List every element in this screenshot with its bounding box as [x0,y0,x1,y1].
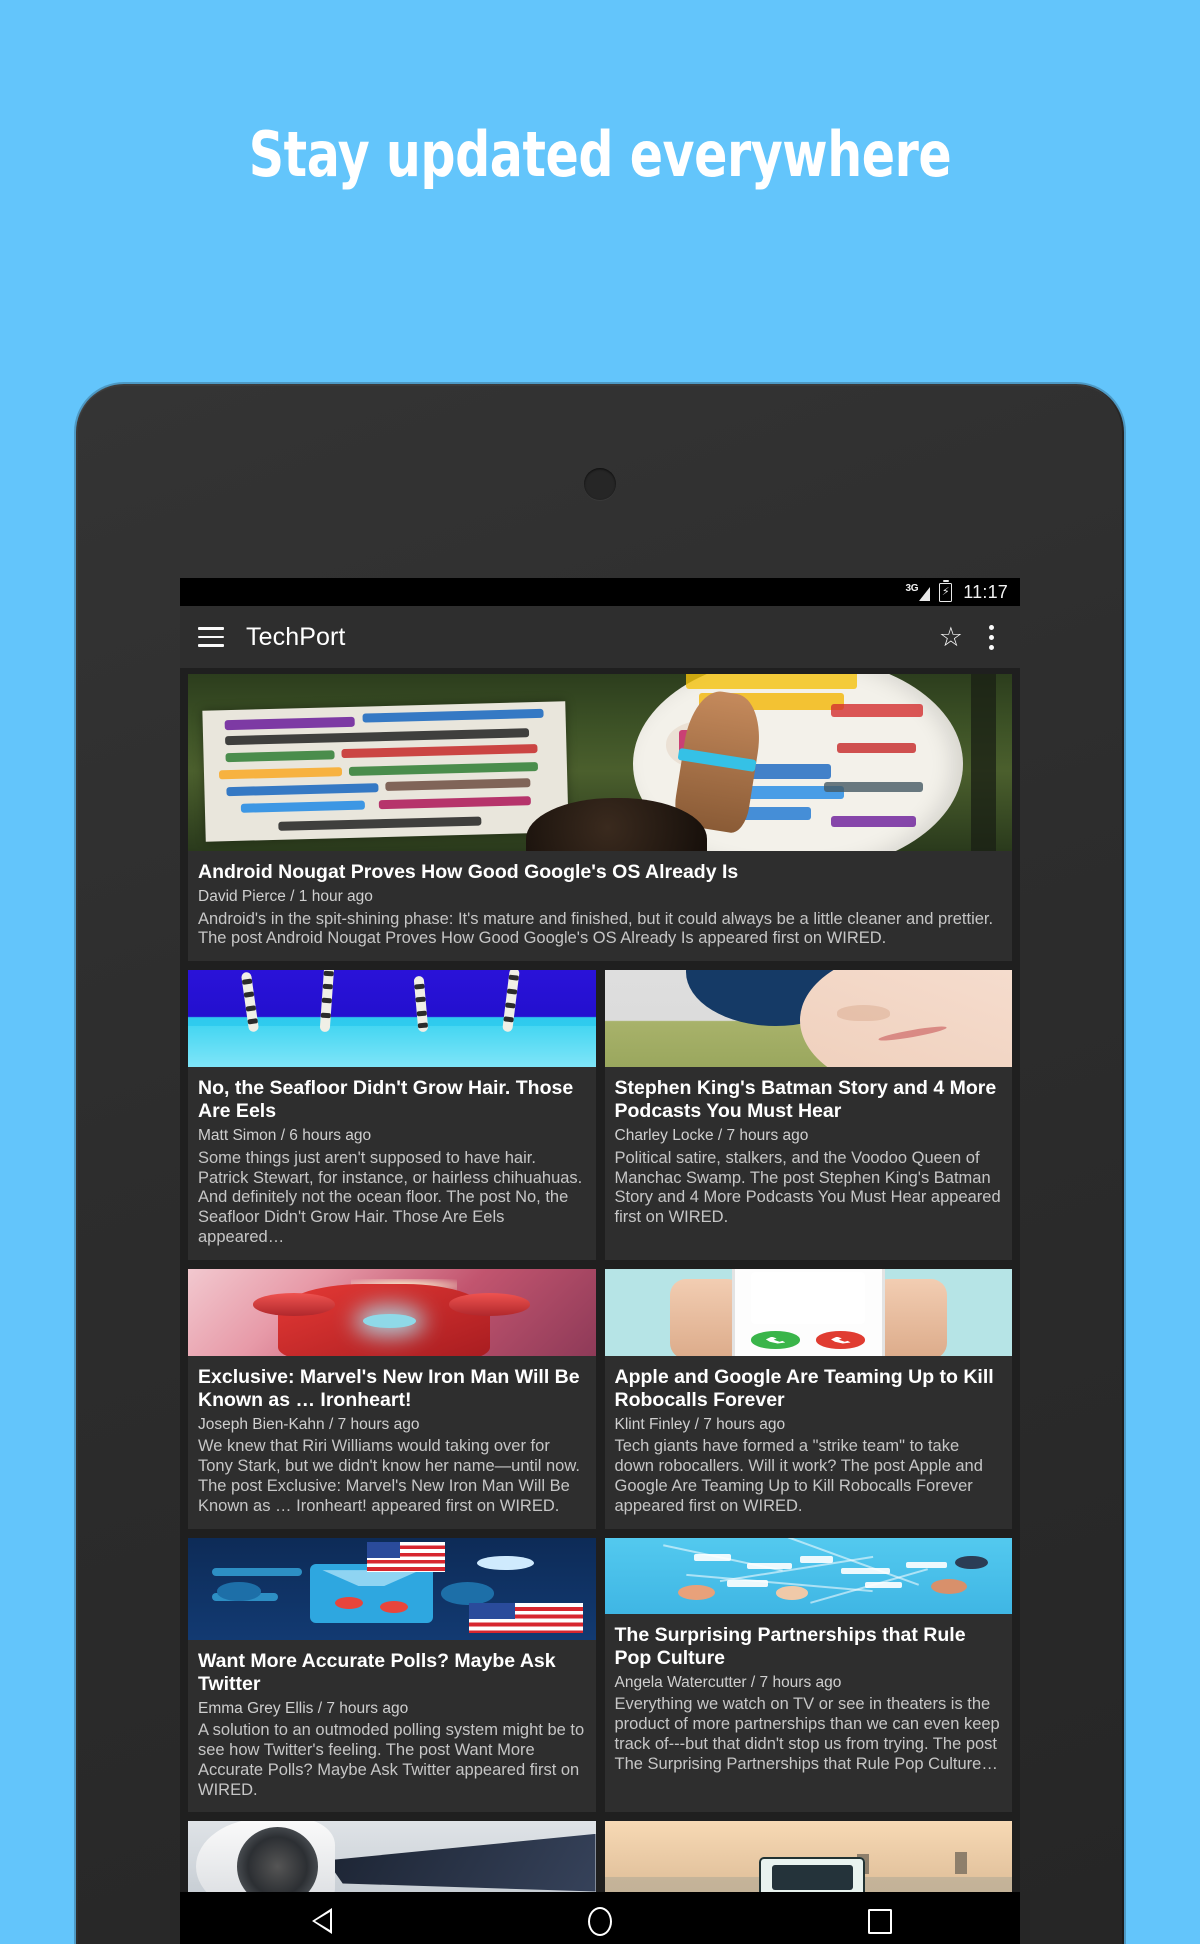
card-body: Want More Accurate Polls? Maybe Ask Twit… [188,1640,596,1813]
card-body: Stephen King's Batman Story and 4 More P… [605,1067,1013,1240]
phone-screen: 3G ⚡ 11:17 TechPort ☆ Android Nougat Pro… [180,578,1020,1944]
battery-charging-icon: ⚡ [939,579,953,602]
recents-square-icon[interactable] [845,1901,915,1941]
home-circle-icon[interactable] [565,1901,635,1941]
article-meta: David Pierce / 1 hour ago [198,888,373,905]
thumbnail-ironheart-armor [188,1268,596,1356]
feed-row [180,1821,1020,1892]
thumbnail-podcasts-face [604,970,1012,1068]
status-clock: 11:17 [963,581,1008,602]
article-excerpt: Android's in the spit-shining phase: It'… [198,909,994,948]
article-title: The Surprising Partnerships that Rule Po… [614,1623,966,1669]
thumbnail-android-nougat-statue [188,674,1012,851]
status-bar: 3G ⚡ 11:17 [180,578,1020,606]
feed-row: Want More Accurate Polls? Maybe Ask Twit… [180,1537,1020,1822]
article-meta: Joseph Bien-Kahn / 7 hours ago [198,1415,420,1433]
feed-row: Android Nougat Proves How Good Google's … [180,674,1020,970]
article-card[interactable]: Stephen King's Batman Story and 4 More P… [604,970,1013,1260]
app-title: TechPort [246,622,346,651]
article-title: Want More Accurate Polls? Maybe Ask Twit… [198,1649,556,1695]
thumbnail-robocall-phone [604,1268,1012,1356]
card-body: Apple and Google Are Teaming Up to Kill … [605,1356,1013,1529]
article-card[interactable]: Want More Accurate Polls? Maybe Ask Twit… [188,1537,596,1813]
article-card[interactable]: Apple and Google Are Teaming Up to Kill … [604,1268,1013,1529]
device-frame: 3G ⚡ 11:17 TechPort ☆ Android Nougat Pro… [76,384,1124,1944]
article-excerpt: A solution to an outmoded polling system… [198,1721,585,1799]
more-vertical-icon[interactable] [989,624,994,650]
star-outline-icon[interactable]: ☆ [939,623,963,651]
article-excerpt: We knew that Riri Williams would taking … [198,1437,580,1515]
card-body: Android Nougat Proves How Good Google's … [188,851,1012,961]
article-feed[interactable]: Android Nougat Proves How Good Google's … [180,668,1020,1892]
thumbnail-polling-machine [188,1537,596,1640]
thumbnail-jet-engine [188,1821,596,1892]
article-title: No, the Seafloor Didn't Grow Hair. Those… [198,1077,574,1123]
bolt-glyph: ⚡ [941,585,950,598]
back-triangle-icon[interactable] [285,1901,355,1941]
promo-headline: Stay updated everywhere [248,118,952,191]
article-excerpt: Political satire, stalkers, and the Vood… [614,1148,1001,1227]
feed-row: No, the Seafloor Didn't Grow Hair. Those… [180,970,1020,1269]
signal-icon: 3G [905,582,931,601]
article-title: Stephen King's Batman Story and 4 More P… [614,1077,997,1123]
article-card[interactable]: Android Nougat Proves How Good Google's … [188,674,1012,962]
article-card[interactable]: No, the Seafloor Didn't Grow Hair. Those… [188,970,596,1260]
hamburger-menu-icon[interactable] [198,627,224,647]
article-card[interactable]: Exclusive: Marvel's New Iron Man Will Be… [188,1268,596,1529]
article-excerpt: Tech giants have formed a "strike team" … [614,1437,983,1515]
front-camera-icon [584,468,616,500]
decline-call-icon [816,1331,866,1349]
article-card[interactable] [188,1821,596,1892]
accept-call-icon [751,1331,801,1349]
article-card[interactable]: The Surprising Partnerships that Rule Po… [604,1537,1013,1813]
thumbnail-pop-culture-map [604,1537,1012,1614]
article-card[interactable] [604,1821,1012,1892]
article-meta: Klint Finley / 7 hours ago [614,1415,786,1433]
thumbnail-seafloor-eels [188,970,596,1068]
app-bar: TechPort ☆ [180,606,1020,668]
signal-bars-icon [919,586,931,601]
article-meta: Charley Locke / 7 hours ago [614,1127,809,1145]
article-excerpt: Some things just aren't supposed to have… [198,1148,583,1246]
navigation-bar [180,1892,1020,1944]
feed-row: Exclusive: Marvel's New Iron Man Will Be… [180,1268,1020,1538]
article-title: Android Nougat Proves How Good Google's … [198,861,739,883]
article-meta: Matt Simon / 6 hours ago [198,1127,372,1145]
status-icons: 3G ⚡ 11:17 [905,579,1008,603]
article-meta: Emma Grey Ellis / 7 hours ago [198,1699,409,1717]
article-meta: Angela Watercutter / 7 hours ago [614,1673,842,1691]
article-excerpt: Everything we watch on TV or see in thea… [614,1695,1000,1773]
card-body: Exclusive: Marvel's New Iron Man Will Be… [188,1356,596,1529]
card-body: No, the Seafloor Didn't Grow Hair. Those… [188,1067,596,1260]
article-title: Apple and Google Are Teaming Up to Kill … [614,1365,994,1411]
thumbnail-expedition-truck [604,1821,1012,1892]
card-body: The Surprising Partnerships that Rule Po… [605,1614,1013,1787]
network-type-label: 3G [905,582,919,594]
article-title: Exclusive: Marvel's New Iron Man Will Be… [198,1365,580,1411]
